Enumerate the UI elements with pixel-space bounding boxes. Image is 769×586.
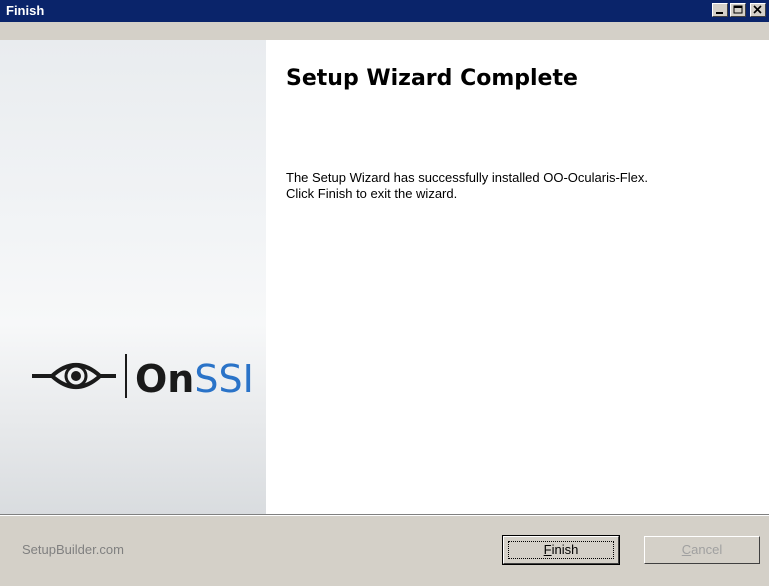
cancel-button[interactable]: Cancel (644, 536, 760, 564)
finish-button-label: Finish (543, 542, 579, 557)
page-title: Setup Wizard Complete (286, 66, 578, 91)
wizard-side-banner: OnSSI (0, 40, 266, 514)
footer-divider (0, 514, 769, 516)
minimize-icon (716, 12, 723, 14)
title-bar[interactable]: Finish (0, 0, 769, 22)
window-title: Finish (6, 3, 45, 18)
eye-icon (32, 354, 127, 398)
close-icon (753, 5, 762, 14)
maximize-icon (733, 5, 743, 14)
setup-wizard-window: Finish OnSSI Setup Wizard Complete The S… (0, 0, 769, 586)
logo-wordmark: OnSSI (135, 357, 254, 401)
message-line-2: Click Finish to exit the wizard. (286, 186, 458, 201)
cancel-button-label: Cancel (681, 542, 723, 557)
message-line-1: The Setup Wizard has successfully instal… (286, 170, 648, 185)
wizard-content-panel: Setup Wizard Complete The Setup Wizard h… (266, 40, 769, 514)
completion-message: The Setup Wizard has successfully instal… (286, 170, 648, 202)
close-button[interactable] (750, 3, 766, 17)
onssi-logo: OnSSI (30, 340, 260, 410)
finish-button[interactable]: Finish (502, 535, 620, 565)
setupbuilder-brand: SetupBuilder.com (22, 542, 124, 557)
minimize-button[interactable] (712, 3, 728, 17)
maximize-button[interactable] (730, 3, 746, 17)
